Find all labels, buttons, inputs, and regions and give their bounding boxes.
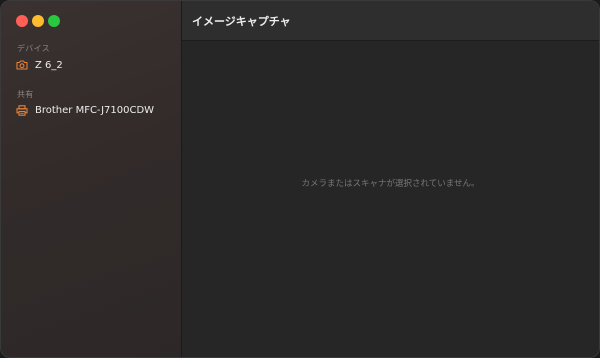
sidebar-item-label: Brother MFC-J7100CDW <box>35 104 155 116</box>
window-title: イメージキャプチャ <box>192 15 291 28</box>
printer-icon <box>15 103 29 117</box>
window-maximize-button[interactable] <box>48 15 60 27</box>
sidebar: デバイス Z 6_2 共有 Brother MFC-J7100CDW <box>1 1 182 357</box>
camera-icon <box>15 58 29 72</box>
image-capture-window: デバイス Z 6_2 共有 Brother MFC-J7100CDW イメージキ… <box>0 0 600 358</box>
sidebar-section-shared: 共有 <box>17 90 34 99</box>
sidebar-section-devices: デバイス <box>17 44 50 53</box>
empty-state-message: カメラまたはスキャナが選択されていません。 <box>301 179 480 189</box>
window-close-button[interactable] <box>16 15 28 27</box>
sidebar-item-printer[interactable]: Brother MFC-J7100CDW <box>9 101 173 119</box>
sidebar-item-camera[interactable]: Z 6_2 <box>9 56 173 74</box>
toolbar: イメージキャプチャ <box>182 1 599 41</box>
sidebar-item-label: Z 6_2 <box>35 59 63 71</box>
window-minimize-button[interactable] <box>32 15 44 27</box>
main-content: イメージキャプチャ カメラまたはスキャナが選択されていません。 <box>182 1 599 357</box>
